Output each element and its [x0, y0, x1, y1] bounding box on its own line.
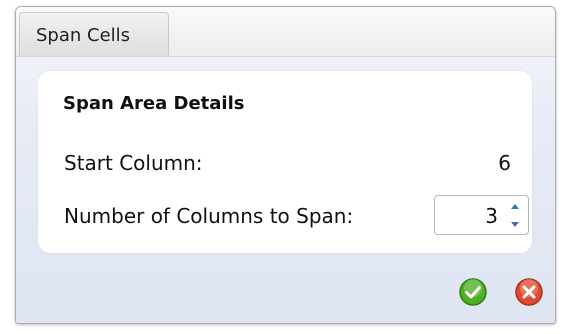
ok-button[interactable] [459, 278, 487, 306]
start-column-value: 6 [498, 151, 511, 175]
dialog-title: Span Cells [36, 25, 131, 46]
cancel-button[interactable] [515, 278, 543, 306]
dialog-titlebar: Span Cells [16, 7, 555, 57]
span-area-details-panel: Span Area Details Start Column: 6 Number… [38, 71, 532, 253]
span-cells-dialog: Span Cells Span Area Details Start Colum… [15, 6, 556, 324]
columns-to-span-stepper[interactable]: 3 [434, 195, 529, 235]
chevron-down-icon[interactable] [508, 217, 522, 231]
columns-to-span-value[interactable]: 3 [485, 204, 498, 228]
dialog-title-tab: Span Cells [19, 12, 169, 56]
chevron-up-icon[interactable] [508, 200, 522, 214]
columns-to-span-label: Number of Columns to Span: [64, 204, 354, 228]
section-heading: Span Area Details [63, 93, 245, 114]
start-column-label: Start Column: [64, 151, 203, 175]
